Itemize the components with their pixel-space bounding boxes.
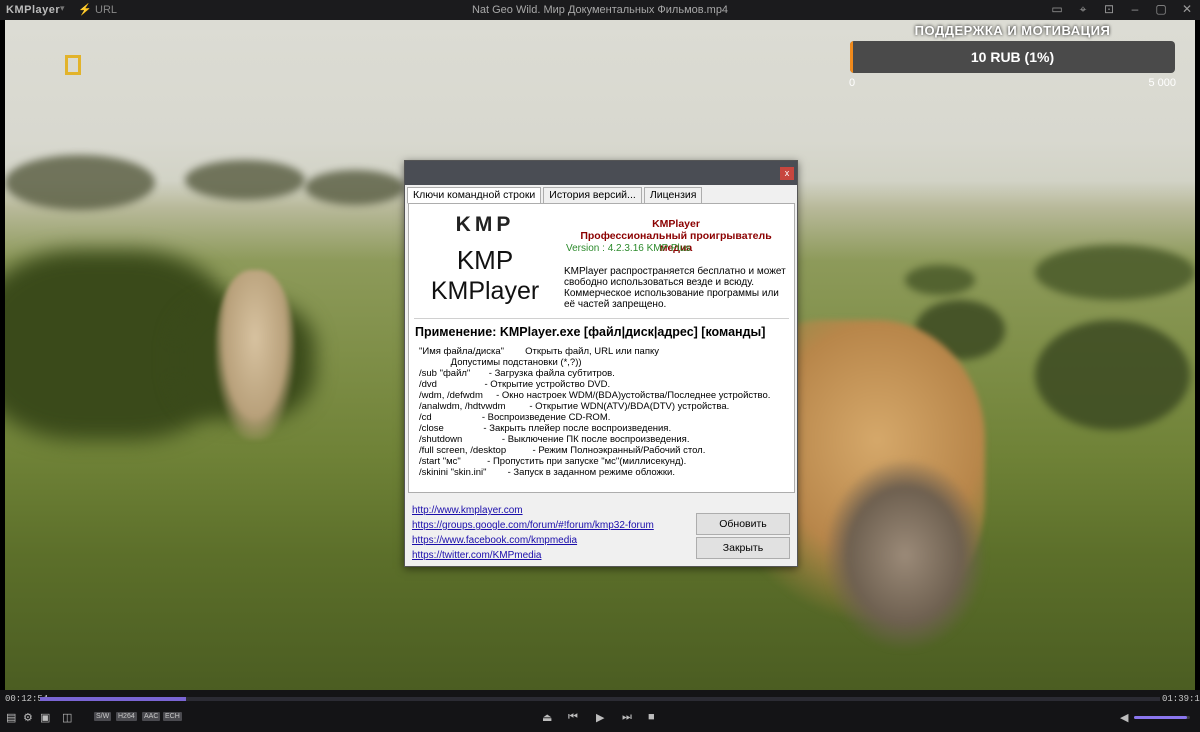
- command-row: /skinini "skin.ini" - Запуск в заданном …: [419, 467, 675, 478]
- next-icon[interactable]: ⏭: [622, 711, 632, 724]
- command-row: /wdm, /defwdm - Окно настроек WDM/(BDA)у…: [419, 390, 771, 401]
- dialog-titlebar[interactable]: x: [405, 161, 797, 185]
- command-list: "Имя файла/диска" Открыть файл, URL или …: [419, 346, 770, 478]
- command-row: /analwdm, /hdtvwdm - Открытие WDN(ATV)/B…: [419, 401, 730, 412]
- link-twitter[interactable]: https://twitter.com/KMPmedia: [412, 548, 654, 563]
- cheetah-cub: [825, 460, 985, 650]
- link-facebook[interactable]: https://www.facebook.com/kmpmedia: [412, 533, 654, 548]
- settings-icon[interactable]: ⚙: [23, 711, 33, 724]
- dialog-close-icon[interactable]: x: [780, 167, 794, 180]
- about-dialog: x Ключи командной строки История версий.…: [404, 160, 798, 567]
- capture-icon[interactable]: ▣: [40, 711, 50, 724]
- command-row: /cd - Воспроизведение CD-ROM.: [419, 412, 611, 423]
- minimize-icon[interactable]: –: [1128, 2, 1142, 17]
- eject-icon[interactable]: ⏏: [542, 711, 552, 724]
- update-button[interactable]: Обновить: [696, 513, 790, 535]
- tab-version-history[interactable]: История версий...: [543, 187, 642, 204]
- donation-max: 5 000: [1148, 77, 1176, 89]
- link-list: http://www.kmplayer.com https://groups.g…: [412, 503, 654, 563]
- volume-slider-fill: [1134, 716, 1188, 719]
- tree: [185, 160, 305, 200]
- kmp-logo-text: KMP: [456, 245, 514, 275]
- command-row: "Имя файла/диска" Открыть файл, URL или …: [419, 346, 659, 357]
- command-row: /shutdown - Выключение ПК после воспроиз…: [419, 434, 690, 445]
- command-row: /full screen, /desktop - Режим Полноэкра…: [419, 445, 706, 456]
- command-row: /start "мс" - Пропустить при запуске "мс…: [419, 456, 687, 467]
- vr-icon[interactable]: ◫: [62, 711, 72, 724]
- playlist-icon[interactable]: ▤: [6, 711, 16, 724]
- codec-tag[interactable]: H264: [116, 712, 137, 721]
- command-row: Допустимы подстановки (*,?)): [419, 357, 582, 368]
- seek-bar-fill: [40, 697, 186, 701]
- product-description: KMPlayer распространяется бесплатно и мо…: [564, 266, 786, 310]
- mp4-icon[interactable]: ▭: [1050, 2, 1064, 17]
- natgeo-logo: [65, 55, 81, 75]
- close-button[interactable]: Закрыть: [696, 537, 790, 559]
- volume-slider[interactable]: [1134, 716, 1190, 719]
- tree: [1035, 245, 1195, 300]
- donation-min: 0: [849, 77, 856, 89]
- dialog-tabs: Ключи командной строки История версий...…: [407, 187, 704, 204]
- decoder-tag[interactable]: S/W: [94, 712, 112, 721]
- control-bar: 00:12:54 01:39:16 ▤ ⚙ ▣ ◫ S/W H264 AAC E…: [0, 690, 1200, 732]
- tree: [5, 155, 155, 210]
- channel-tag[interactable]: ECH: [163, 712, 182, 721]
- tree: [1035, 320, 1190, 430]
- tab-panel: KMP KMP KMPlayer KMPlayer Профессиональн…: [408, 203, 795, 493]
- tree: [905, 265, 975, 295]
- link-website[interactable]: http://www.kmplayer.com: [412, 503, 654, 518]
- seek-bar[interactable]: [40, 697, 1160, 701]
- close-icon[interactable]: ✕: [1180, 2, 1194, 17]
- stop-icon[interactable]: ■: [648, 711, 655, 723]
- donation-progress: 10 RUB (1%): [850, 41, 1175, 73]
- previous-icon[interactable]: ⏮: [568, 711, 578, 724]
- kmp-logo-name: KMPlayer: [430, 277, 540, 305]
- tab-command-line[interactable]: Ключи командной строки: [407, 187, 542, 204]
- donation-title: ПОДДЕРЖКА И МОТИВАЦИЯ: [914, 23, 1111, 38]
- kmp-logo-mark: KMP: [455, 213, 515, 236]
- play-icon[interactable]: ▶: [596, 711, 604, 724]
- command-row: /close - Закрыть плейер после воспроизве…: [419, 423, 672, 434]
- kmp-logo: KMP KMP KMPlayer: [414, 207, 556, 313]
- restore-icon[interactable]: ▢: [1154, 2, 1168, 17]
- total-time: 01:39:16: [1162, 694, 1200, 704]
- divider: [414, 318, 789, 319]
- tab-license[interactable]: Лицензия: [643, 187, 703, 204]
- usage-heading: Применение: KMPlayer.exe [файл|диск|адре…: [415, 325, 766, 339]
- pin-icon[interactable]: ⌖: [1076, 2, 1090, 17]
- product-version: Version : 4.2.3.16 KMP Plus: [566, 243, 691, 254]
- maximize-icon[interactable]: ⊡: [1102, 2, 1116, 17]
- volume-icon[interactable]: ◀: [1120, 711, 1128, 724]
- tree: [305, 170, 405, 205]
- link-forum[interactable]: https://groups.google.com/forum/#!forum/…: [412, 518, 654, 533]
- cheetah-cub: [215, 270, 295, 440]
- audio-tag[interactable]: AAC: [142, 712, 161, 721]
- command-row: /dvd - Открытие устройство DVD.: [419, 379, 611, 390]
- product-name: KMPlayer: [652, 218, 700, 230]
- command-row: /sub "файл" - Загрузка файла субтитров.: [419, 368, 615, 379]
- title-bar: KMPlayer ▾ ⚡ URL Nat Geo Wild. Мир Докум…: [0, 0, 1200, 20]
- window-title: Nat Geo Wild. Мир Документальных Фильмов…: [471, 4, 729, 16]
- donation-amount: 10 RUB (1%): [970, 49, 1055, 65]
